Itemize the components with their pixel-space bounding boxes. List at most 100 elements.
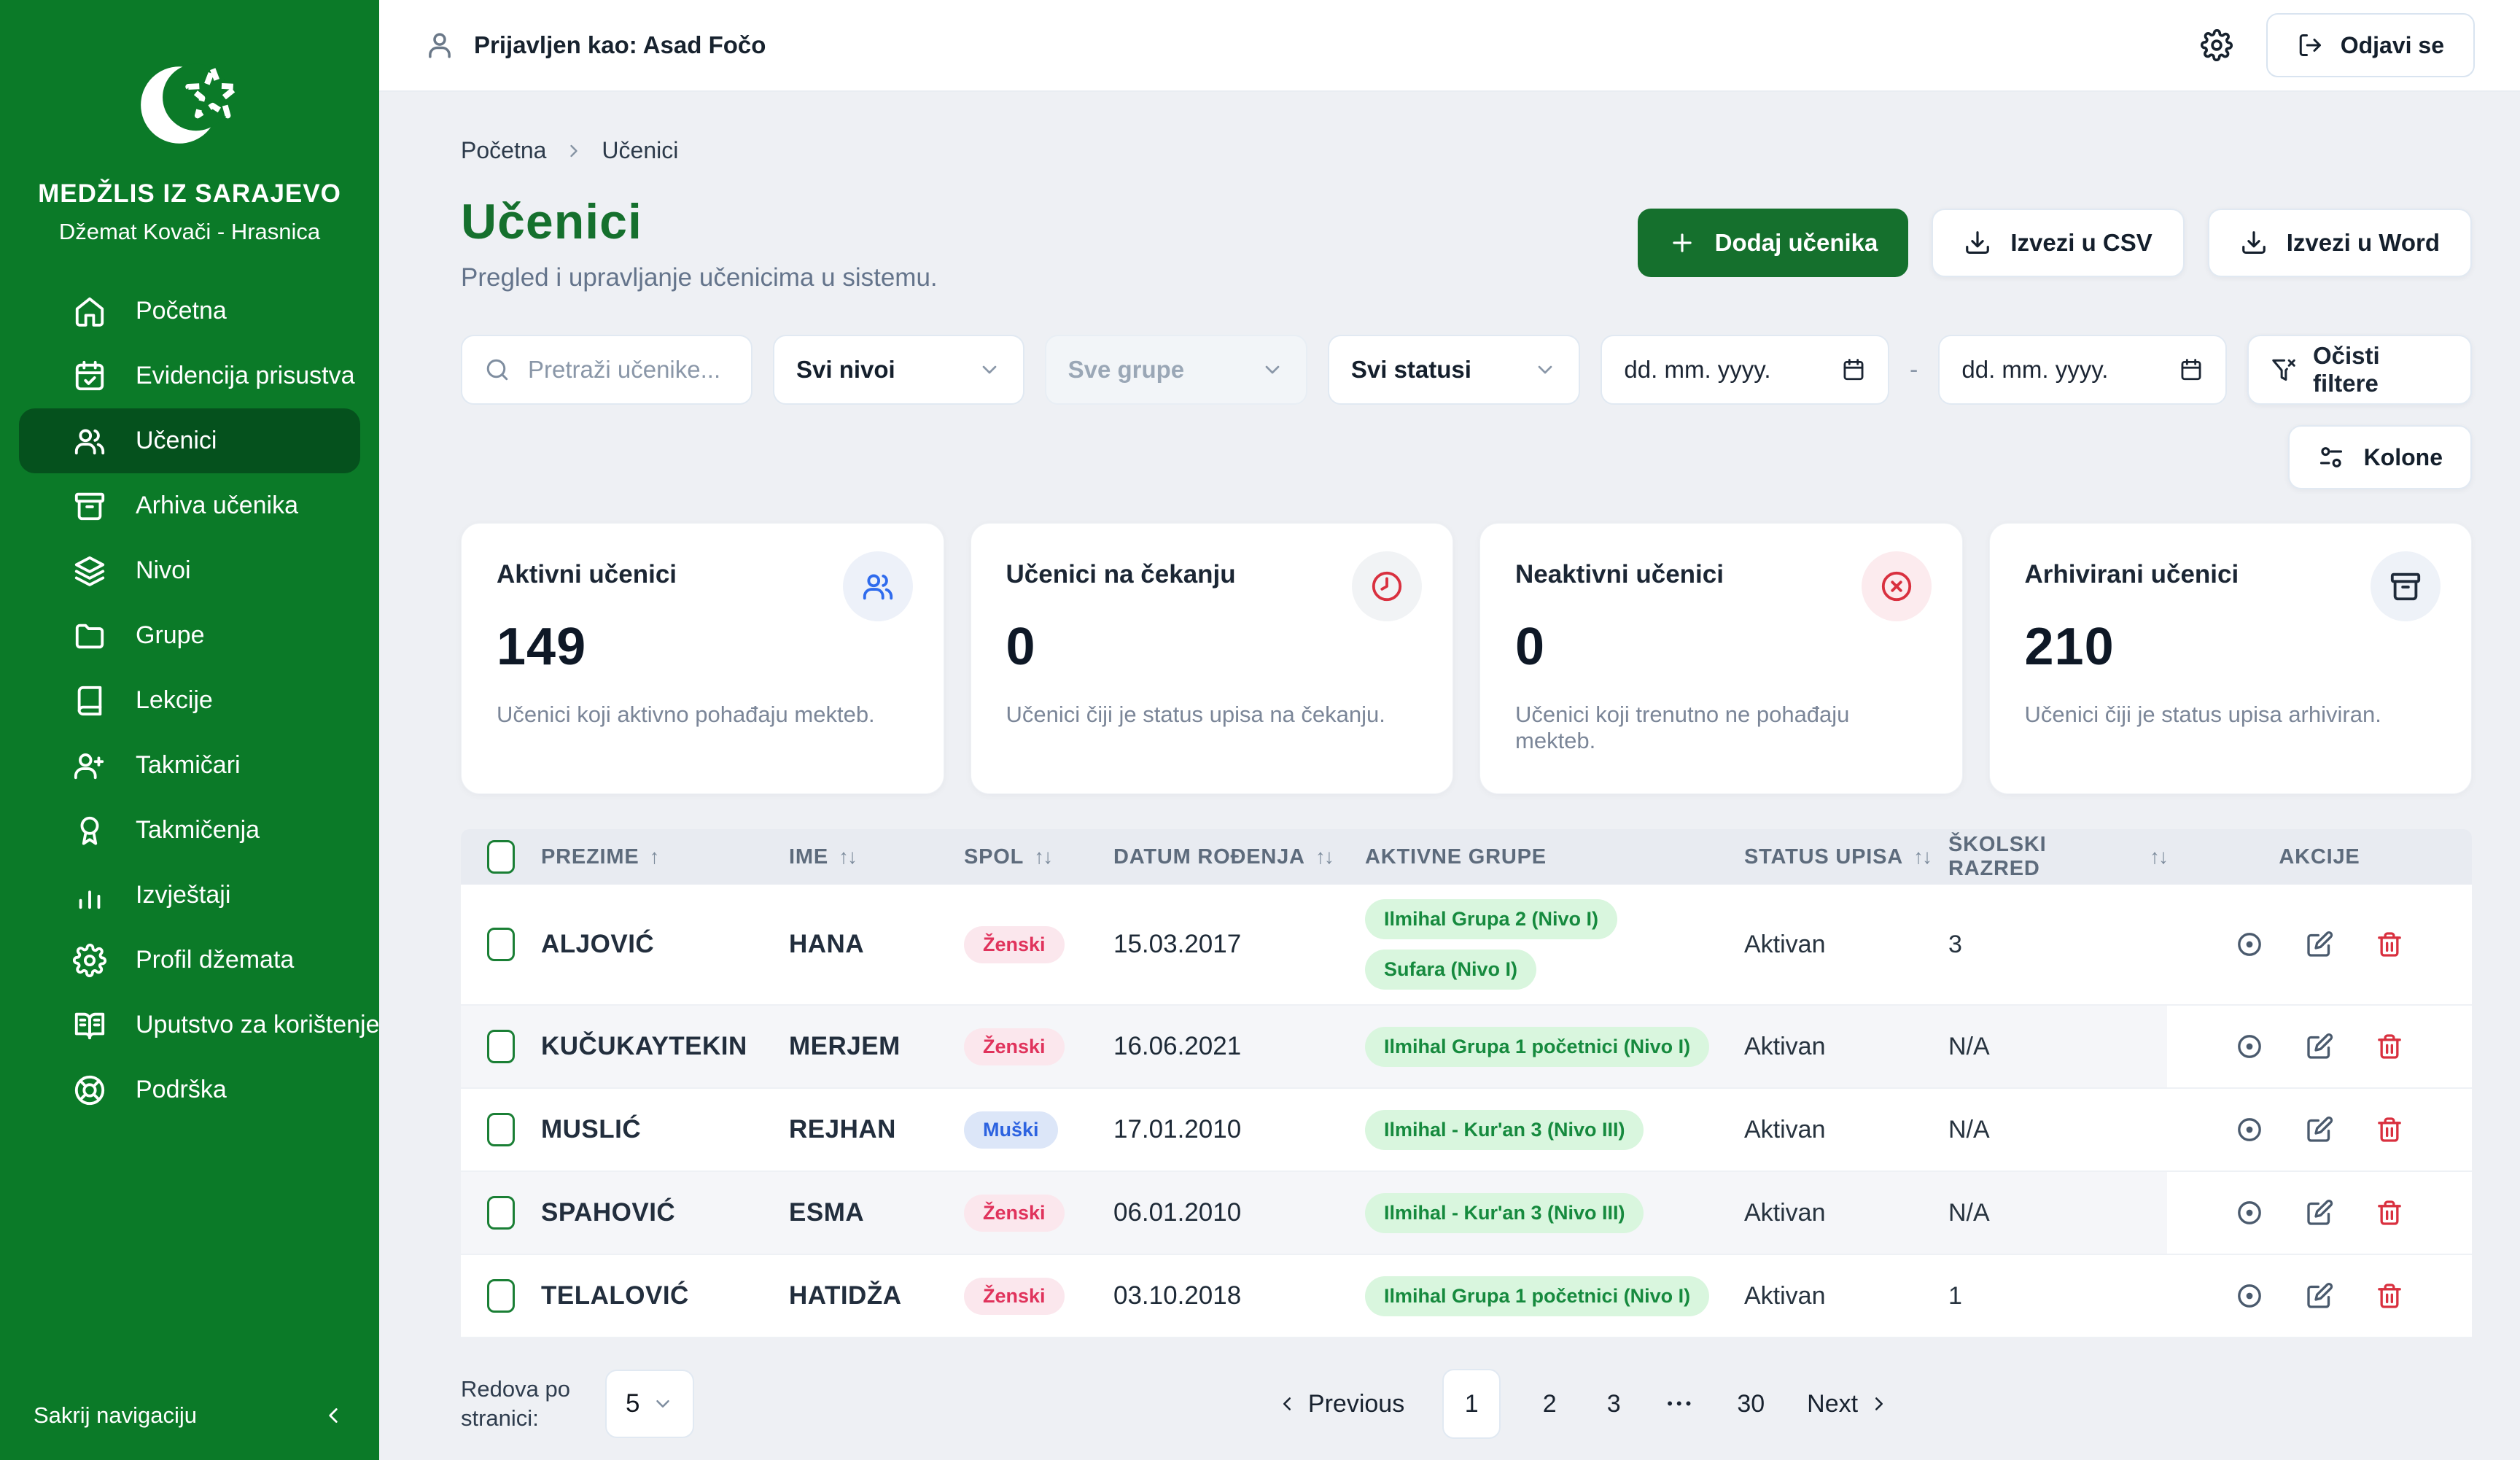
row-checkbox[interactable] <box>487 1113 515 1146</box>
sidebar-item-nivoi[interactable]: Nivoi <box>0 538 379 603</box>
view-button[interactable] <box>2235 1198 2264 1227</box>
group-badge: Ilmihal Grupa 1 početnici (Nivo I) <box>1365 1276 1709 1316</box>
cell-status-upisa: Aktivan <box>1744 931 1948 959</box>
clear-filters-button[interactable]: Očisti filtere <box>2247 335 2472 405</box>
view-button[interactable] <box>2235 1281 2264 1310</box>
cell-akcije <box>2167 885 2472 1004</box>
groups-select-value: Sve grupe <box>1068 356 1185 384</box>
column-header--kolski-razred[interactable]: ŠKOLSKI RAZRED↑↓ <box>1948 833 2167 881</box>
cell-aktivne-grupe: Ilmihal Grupa 1 početnici (Nivo I) <box>1365 1276 1744 1316</box>
sidebar-item-podrska[interactable]: Podrška <box>0 1057 379 1122</box>
users-icon <box>73 424 106 458</box>
sidebar-item-arhiva-ucenika[interactable]: Arhiva učenika <box>0 473 379 538</box>
page-controls: Previous 1 2 3 ••• 30 Next <box>1272 1369 1894 1439</box>
export-word-label: Izvezi u Word <box>2287 229 2440 257</box>
row-checkbox[interactable] <box>487 1279 515 1313</box>
column-header-datum-ro-enja[interactable]: DATUM ROĐENJA↑↓ <box>1113 845 1365 869</box>
search-placeholder: Pretraži učenike... <box>528 356 720 384</box>
cell-prezime: ALJOVIĆ <box>541 930 789 959</box>
chevron-down-icon <box>1261 358 1284 381</box>
sidebar-item-pocetna[interactable]: Početna <box>0 279 379 343</box>
sidebar-item-ucenici[interactable]: Učenici <box>19 408 360 473</box>
next-page-button[interactable]: Next <box>1802 1389 1894 1419</box>
cell-skolski-razred: N/A <box>1948 1033 2167 1061</box>
sidebar-item-takmicenja[interactable]: Takmičenja <box>0 798 379 863</box>
page-ellipsis: ••• <box>1662 1394 1699 1414</box>
export-csv-button[interactable]: Izvezi u CSV <box>1932 209 2184 277</box>
cell-skolski-razred: 1 <box>1948 1282 2167 1310</box>
column-header-status-upisa[interactable]: STATUS UPISA↑↓ <box>1744 845 1948 869</box>
sidebar: MEDŽLIS IZ SARAJEVO Džemat Kovači - Hras… <box>0 0 379 1460</box>
sidebar-item-grupe[interactable]: Grupe <box>0 603 379 668</box>
logout-button[interactable]: Odjavi se <box>2266 13 2475 77</box>
clear-filters-label: Očisti filtere <box>2313 342 2449 397</box>
page-button-1[interactable]: 1 <box>1442 1369 1501 1439</box>
view-button[interactable] <box>2235 930 2264 959</box>
add-student-button[interactable]: Dodaj učenika <box>1638 209 1909 277</box>
group-badge: Sufara (Nivo I) <box>1365 950 1536 990</box>
page-button-30[interactable]: 30 <box>1732 1389 1769 1419</box>
sidebar-collapse-button[interactable]: Sakrij navigaciju <box>0 1371 379 1460</box>
cell-status-upisa: Aktivan <box>1744 1116 1948 1144</box>
delete-button[interactable] <box>2375 1032 2404 1061</box>
cell-spol: Ženski <box>964 926 1113 963</box>
stat-description: Učenici koji aktivno pohađaju mekteb. <box>497 702 909 728</box>
edit-button[interactable] <box>2305 1281 2334 1310</box>
sidebar-item-label: Učenici <box>136 427 217 455</box>
cell-skolski-razred: N/A <box>1948 1199 2167 1227</box>
date-from-input[interactable]: dd. mm. yyyy. <box>1601 335 1889 405</box>
column-header-prezime[interactable]: PREZIME↑ <box>541 845 789 869</box>
cell-skolski-razred: 3 <box>1948 931 2167 959</box>
book-icon <box>73 684 106 718</box>
column-header-ime[interactable]: IME↑↓ <box>789 845 964 869</box>
cell-datum-rodjenja: 16.06.2021 <box>1113 1032 1365 1061</box>
sidebar-item-takmicari[interactable]: Takmičari <box>0 733 379 798</box>
delete-button[interactable] <box>2375 1115 2404 1144</box>
clock-icon <box>1352 551 1422 621</box>
delete-button[interactable] <box>2375 1281 2404 1310</box>
sidebar-item-lekcije[interactable]: Lekcije <box>0 668 379 733</box>
rows-per-page-select[interactable]: 5 <box>605 1370 694 1438</box>
user-icon <box>424 30 455 61</box>
row-checkbox[interactable] <box>487 928 515 961</box>
table-header-checkbox-cell <box>461 840 541 874</box>
sidebar-item-evidencija-prisustva[interactable]: Evidencija prisustva <box>0 343 379 408</box>
table-body: ALJOVIĆHANAŽenski15.03.2017Ilmihal Grupa… <box>461 885 2472 1338</box>
sidebar-item-profil-dzemata[interactable]: Profil džemata <box>0 928 379 993</box>
delete-button[interactable] <box>2375 1198 2404 1227</box>
page-button-2[interactable]: 2 <box>1534 1389 1565 1419</box>
view-button[interactable] <box>2235 1115 2264 1144</box>
page-button-3[interactable]: 3 <box>1598 1389 1629 1419</box>
delete-button[interactable] <box>2375 930 2404 959</box>
sidebar-item-izvjestaji[interactable]: Izvještaji <box>0 863 379 928</box>
stat-value: 149 <box>497 617 909 677</box>
level-select[interactable]: Svi nivoi <box>773 335 1024 405</box>
sidebar-item-uputstvo[interactable]: Uputstvo za korištenje <box>0 993 379 1057</box>
edit-button[interactable] <box>2305 930 2334 959</box>
gender-pill: Ženski <box>964 1028 1065 1065</box>
status-select[interactable]: Svi statusi <box>1328 335 1581 405</box>
cell-datum-rodjenja: 17.01.2010 <box>1113 1115 1365 1144</box>
calendar-icon <box>2179 357 2204 382</box>
settings-button[interactable] <box>2201 29 2233 61</box>
users-icon <box>843 551 913 621</box>
date-to-input[interactable]: dd. mm. yyyy. <box>1938 335 2227 405</box>
sidebar-item-label: Početna <box>136 297 227 325</box>
view-button[interactable] <box>2235 1032 2264 1061</box>
select-all-checkbox[interactable] <box>487 840 515 874</box>
level-select-value: Svi nivoi <box>796 356 895 384</box>
edit-button[interactable] <box>2305 1032 2334 1061</box>
column-header-spol[interactable]: SPOL↑↓ <box>964 845 1113 869</box>
export-word-button[interactable]: Izvezi u Word <box>2208 209 2472 277</box>
stat-card-1: Učenici na čekanju0Učenici čiji je statu… <box>971 523 1454 794</box>
columns-button[interactable]: Kolone <box>2288 425 2472 489</box>
search-input[interactable]: Pretraži učenike... <box>461 335 752 405</box>
edit-button[interactable] <box>2305 1115 2334 1144</box>
edit-button[interactable] <box>2305 1198 2334 1227</box>
previous-page-button[interactable]: Previous <box>1272 1389 1409 1419</box>
row-checkbox[interactable] <box>487 1196 515 1230</box>
cell-ime: REJHAN <box>789 1115 964 1144</box>
row-checkbox[interactable] <box>487 1030 515 1063</box>
groups-select[interactable]: Sve grupe <box>1045 335 1307 405</box>
breadcrumb-home[interactable]: Početna <box>461 137 546 164</box>
